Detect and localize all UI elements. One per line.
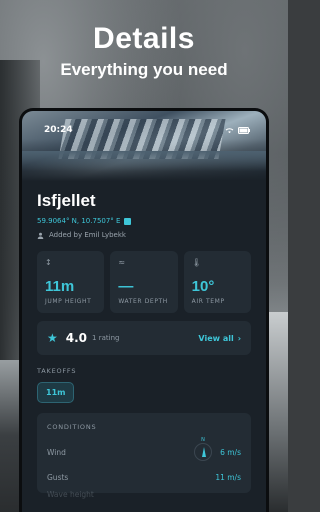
- condition-row-wind: Wind N 6 m/s: [47, 437, 241, 461]
- condition-key: Wave height: [47, 490, 94, 499]
- takeoffs-label: TAKEOFFS: [37, 367, 77, 375]
- spot-name: Isfjellet: [37, 191, 96, 210]
- hero-title: Details: [93, 22, 195, 55]
- battery-icon: [238, 126, 250, 134]
- condition-key: Wind: [47, 447, 66, 457]
- wifi-icon: [225, 127, 234, 133]
- wave-icon: ≈: [118, 258, 126, 267]
- takeoff-chip[interactable]: 11m: [37, 382, 75, 403]
- coordinates-text: 59.9064° N, 10.7507° E: [37, 217, 121, 225]
- rating-value: 4.0: [65, 331, 88, 345]
- stats-row: ↕ 11m JUMP HEIGHT ≈ — WATER DEPTH 🌡 10° …: [37, 251, 251, 313]
- spot-photo: [22, 111, 266, 181]
- status-bar: 20:24: [44, 125, 250, 135]
- thermometer-icon: 🌡: [191, 258, 202, 267]
- view-all-link[interactable]: View all ›: [198, 334, 241, 343]
- view-all-label: View all: [198, 333, 234, 343]
- stat-value: 10°: [191, 278, 215, 295]
- rating-count: 1 rating: [92, 334, 120, 342]
- stat-label: WATER DEPTH: [118, 298, 168, 305]
- copy-icon[interactable]: [124, 217, 132, 225]
- conditions-title: CONDITIONS: [47, 423, 97, 431]
- stat-jump-height: ↕ 11m JUMP HEIGHT: [37, 251, 105, 313]
- condition-value: 11 m/s: [215, 473, 241, 482]
- conditions-card: CONDITIONS Wind N 6 m/s Gusts 11 m/s Wav…: [37, 413, 251, 499]
- stat-value: —: [118, 278, 134, 295]
- condition-row-partial: Wave height: [47, 490, 241, 499]
- stat-label: JUMP HEIGHT: [45, 298, 92, 305]
- coordinates[interactable]: 59.9064° N, 10.7507° E: [37, 217, 251, 225]
- condition-value: 6 m/s: [220, 447, 241, 457]
- stat-air-temp: 🌡 10° AIR TEMP: [183, 251, 251, 313]
- stat-value: 11m: [45, 278, 75, 295]
- chevron-right-icon: ›: [237, 333, 241, 343]
- compass-icon: N: [194, 437, 213, 461]
- added-by: Added by Emil Lybekk: [37, 231, 251, 239]
- height-arrows-icon: ↕: [45, 258, 52, 267]
- status-time: 20:24: [44, 125, 73, 135]
- stat-label: AIR TEMP: [191, 298, 225, 305]
- phone-frame: 20:24 Isfjellet 59.9064° N, 10.7507° E A: [19, 108, 269, 512]
- hero-subtitle: Everything you need: [60, 60, 228, 79]
- rating-card[interactable]: ★ 4.0 1 rating View all ›: [37, 321, 251, 355]
- condition-key: Gusts: [47, 473, 69, 482]
- person-icon: [37, 232, 44, 239]
- condition-row-gusts: Gusts 11 m/s: [47, 473, 241, 482]
- added-by-text: Added by Emil Lybekk: [49, 231, 126, 239]
- star-icon: ★: [47, 331, 58, 345]
- stat-water-depth: ≈ — WATER DEPTH: [110, 251, 178, 313]
